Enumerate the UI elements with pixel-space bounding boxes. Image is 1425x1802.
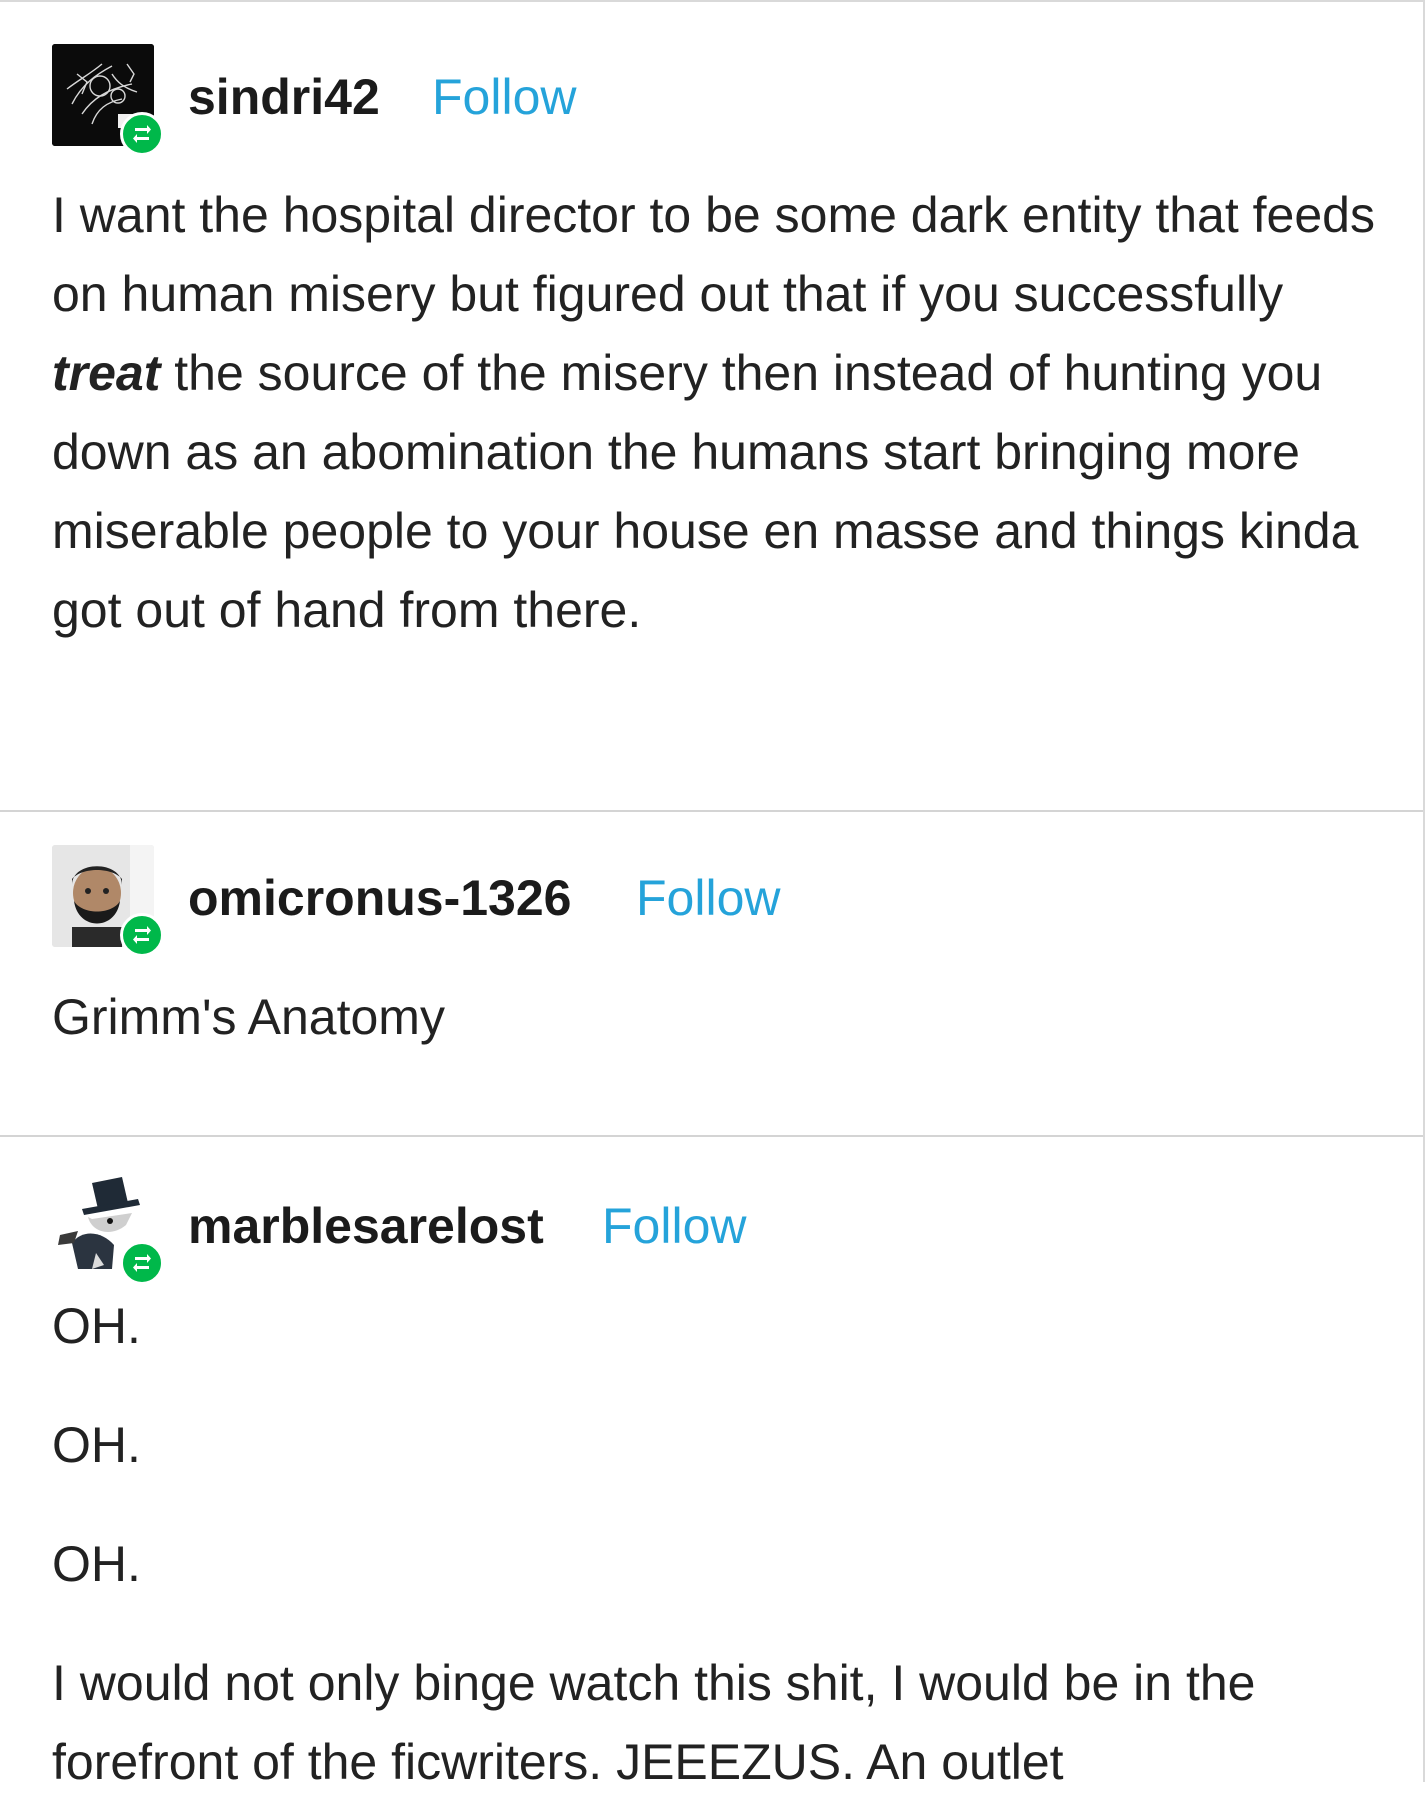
post-body: I want the hospital director to be some … [52, 176, 1392, 650]
post-text-end: the source of the misery then instead of… [52, 345, 1359, 638]
post-header: marblesarelost Follow [52, 1173, 1352, 1285]
post-line: OH. [52, 1536, 141, 1592]
post-header: sindri42 Follow [52, 44, 1352, 156]
reblog-post-sindri42: sindri42 Follow I want the hospital dire… [0, 0, 1423, 810]
reblog-post-marblesarelost: marblesarelost Follow OH. OH. OH. I woul… [0, 1137, 1423, 1790]
reblog-icon [133, 926, 151, 944]
username[interactable]: marblesarelost [188, 1197, 544, 1255]
post-text: I would not only binge watch this shit, … [52, 1655, 1256, 1790]
post-text-start: I want the hospital director to be some … [52, 187, 1375, 322]
post-body: Grimm's Anatomy [52, 978, 1392, 1057]
reblog-badge [120, 913, 164, 957]
post-body: OH. OH. OH. I would not only binge watch… [52, 1287, 1392, 1802]
post-line: OH. [52, 1298, 141, 1354]
follow-button[interactable]: Follow [636, 869, 780, 927]
reblog-icon [133, 1254, 151, 1272]
post-text: Grimm's Anatomy [52, 989, 445, 1045]
reblog-post-omicronus-1326: omicronus-1326 Follow Grimm's Anatomy [0, 812, 1423, 1135]
post-header: omicronus-1326 Follow [52, 845, 1352, 957]
post-line: OH. [52, 1417, 141, 1473]
username[interactable]: omicronus-1326 [188, 869, 571, 927]
follow-button[interactable]: Follow [602, 1197, 746, 1255]
follow-button[interactable]: Follow [432, 68, 576, 126]
reblog-badge [120, 1241, 164, 1285]
reblog-icon [133, 125, 151, 143]
post-text-emphasis: treat [52, 345, 161, 401]
reblog-badge [120, 112, 164, 156]
username[interactable]: sindri42 [188, 68, 380, 126]
